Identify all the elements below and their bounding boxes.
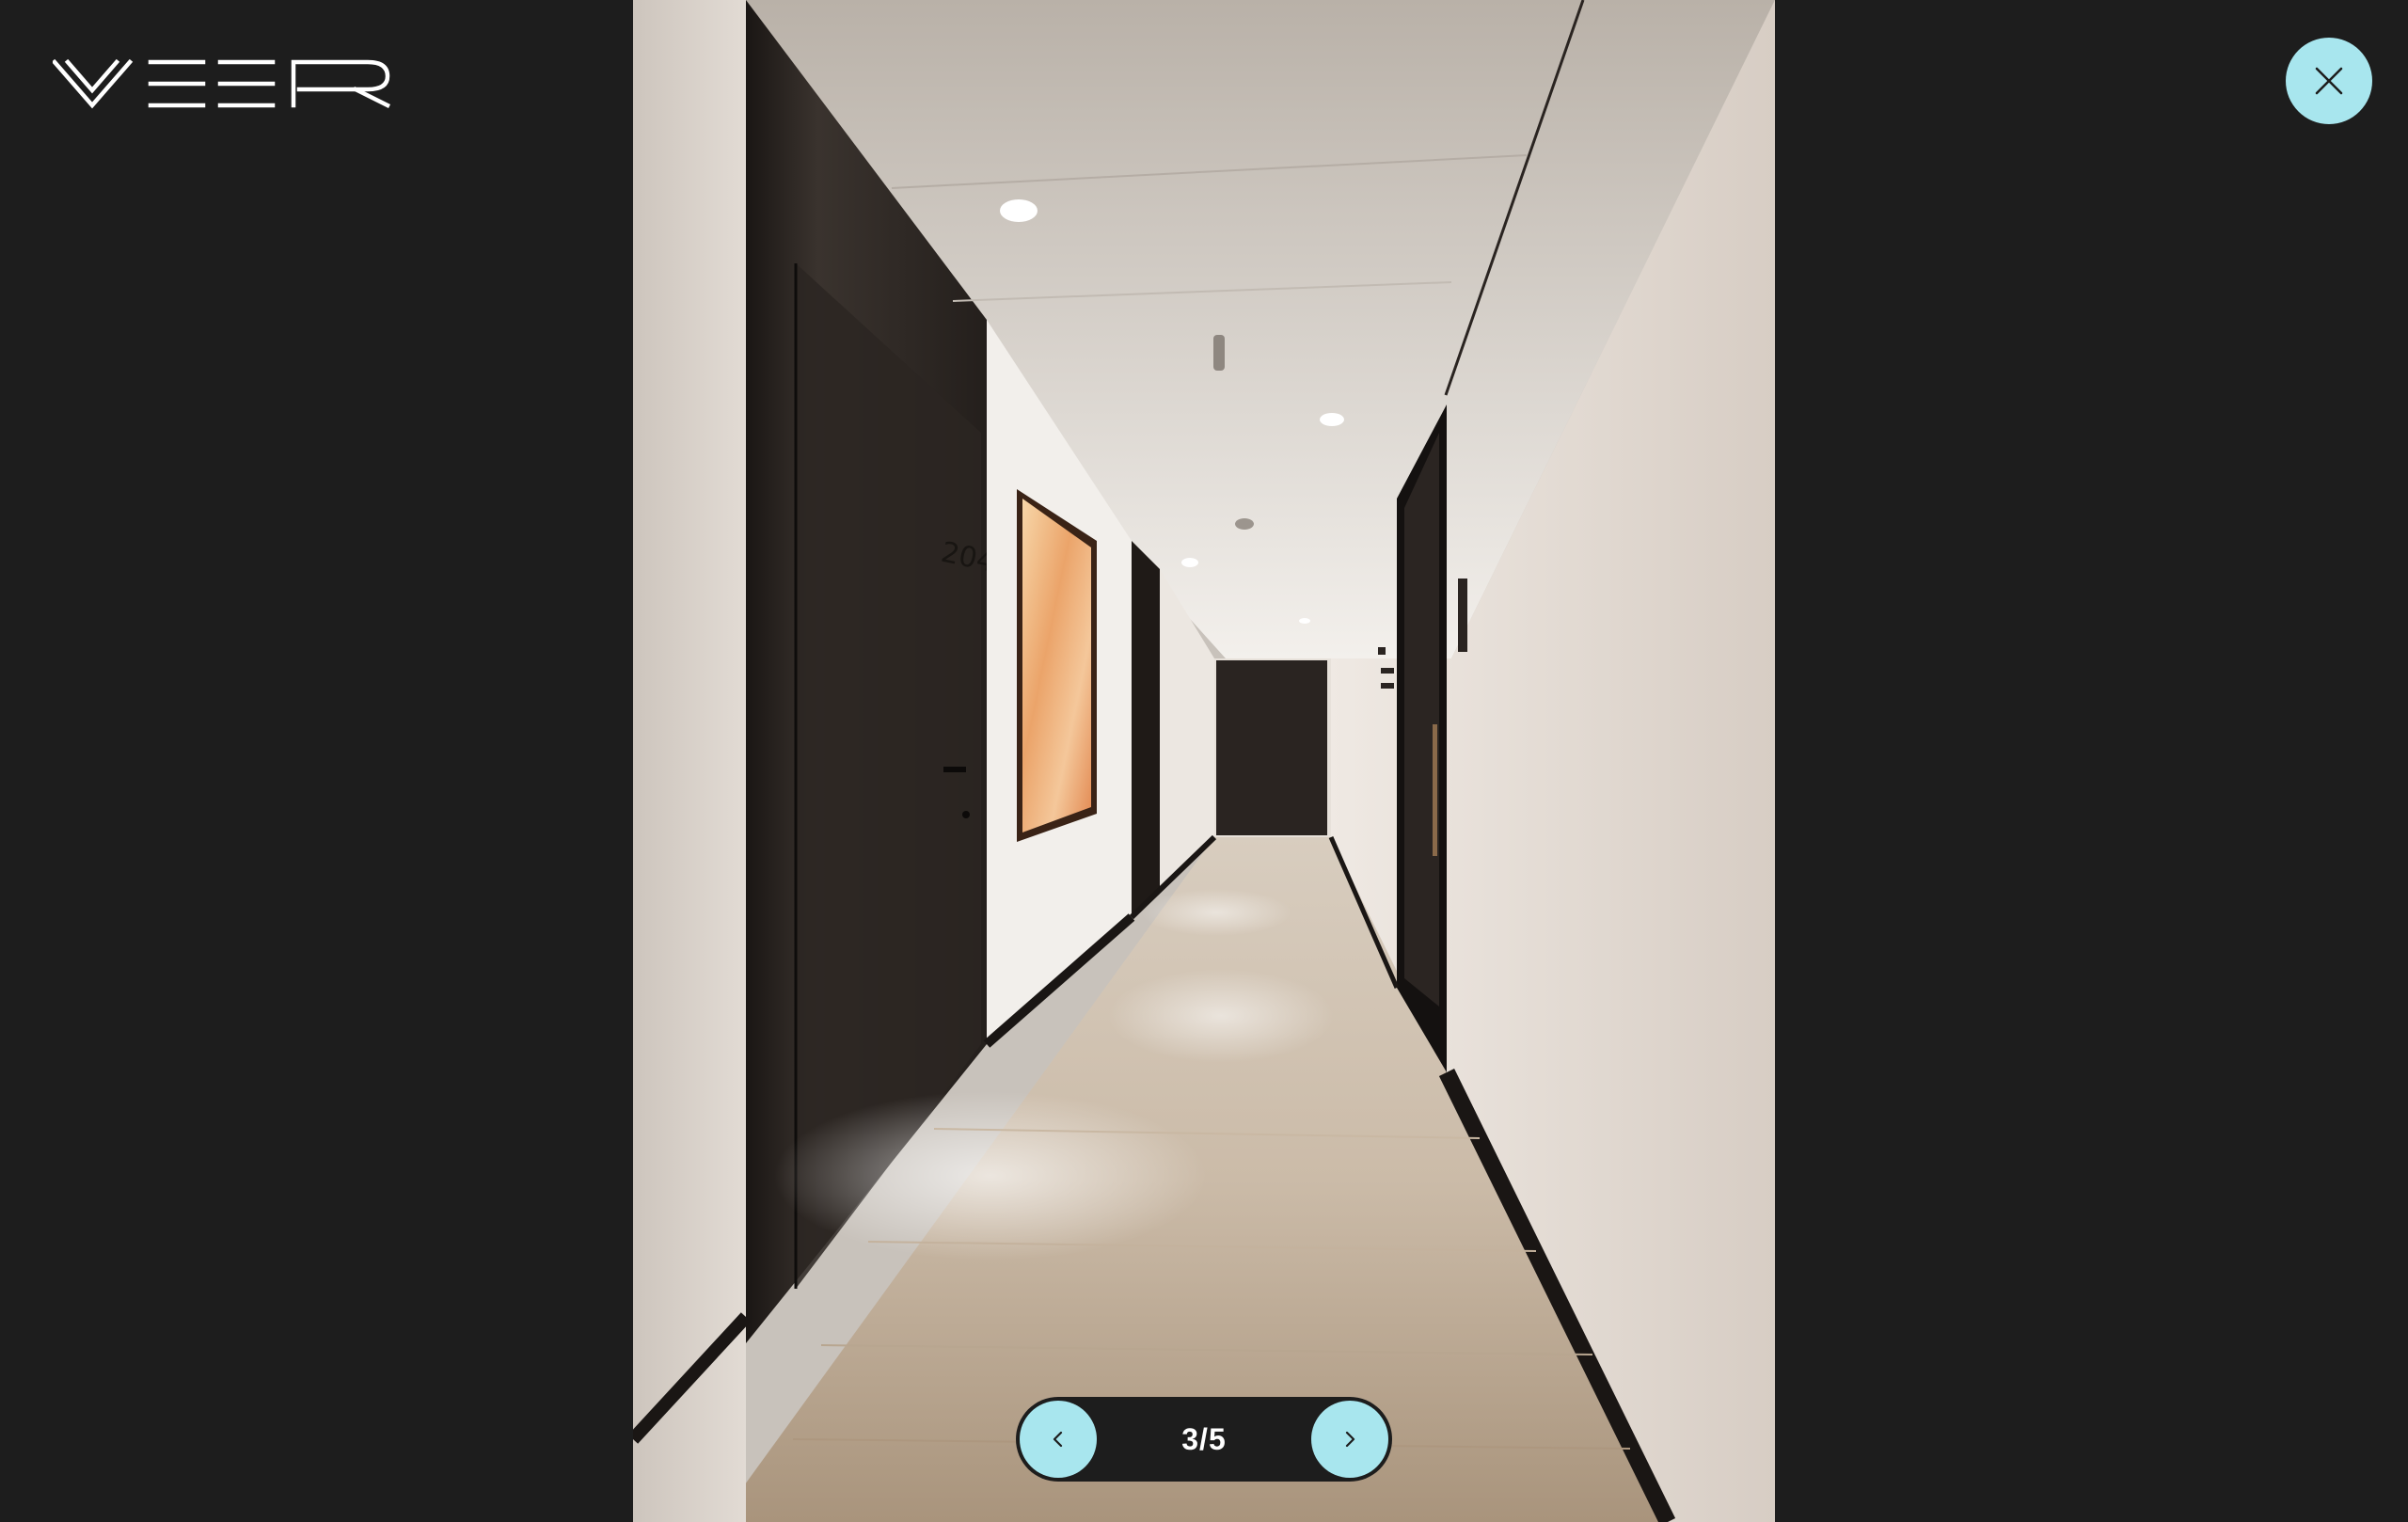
slide-counter: 3/5 bbox=[1181, 1421, 1227, 1456]
corridor-illustration: 204 bbox=[633, 0, 1775, 1522]
chevron-left-icon bbox=[1053, 1431, 1063, 1448]
gallery-image: 204 bbox=[633, 0, 1775, 1522]
close-button[interactable] bbox=[2286, 38, 2372, 124]
close-icon bbox=[2315, 67, 2343, 95]
next-button[interactable] bbox=[1310, 1401, 1388, 1478]
previous-button[interactable] bbox=[1020, 1401, 1097, 1478]
chevron-right-icon bbox=[1345, 1431, 1355, 1448]
brand-logo[interactable] bbox=[53, 58, 391, 110]
gallery-pager: 3/5 bbox=[1016, 1397, 1392, 1482]
veer-logo-icon bbox=[53, 58, 391, 109]
